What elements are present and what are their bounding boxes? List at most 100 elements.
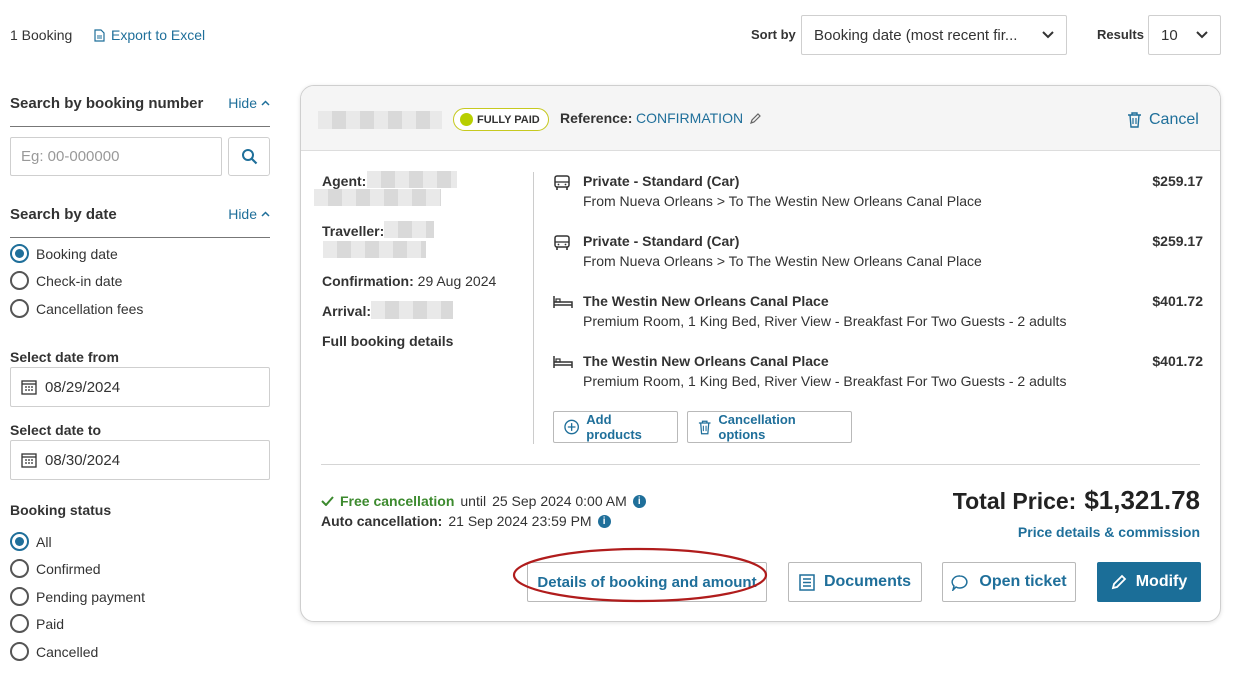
sort-by-label: Sort by [751, 27, 796, 42]
documents-button[interactable]: Documents [788, 562, 922, 602]
car-icon [554, 175, 570, 190]
status-badge-label: FULLY PAID [477, 113, 540, 126]
add-products-button[interactable]: Add products [553, 411, 678, 443]
search-date-title: Search by date [10, 206, 117, 223]
free-until-date: 25 Sep 2024 0:00 AM [492, 493, 627, 509]
product-price: $401.72 [1152, 293, 1203, 309]
reference-text: CONFIRMATION [636, 110, 744, 126]
pencil-icon [1111, 574, 1126, 590]
status-badge: FULLY PAID [453, 108, 549, 131]
cancel-booking-link[interactable]: Cancel [1127, 111, 1199, 129]
radio-status-all[interactable]: All [10, 532, 52, 551]
radio-cancellation-fees[interactable]: Cancellation fees [10, 299, 143, 318]
radio-label: Check-in date [36, 272, 123, 289]
chevron-up-icon [261, 211, 270, 217]
product-desc: From Nueva Orleans > To The Westin New O… [583, 253, 982, 269]
trash-icon [1128, 112, 1141, 128]
date-from-value: 08/29/2024 [45, 378, 121, 396]
radio-circle [10, 299, 29, 318]
traveller-label: Traveller: [322, 223, 385, 239]
traveller-row: Traveller: [322, 223, 384, 239]
auto-cancellation-row: Auto cancellation: 21 Sep 2024 23:59 PM … [321, 513, 611, 529]
confirmation-label: Confirmation: [322, 273, 414, 289]
results-label: Results [1097, 27, 1144, 42]
bed-icon [553, 296, 573, 308]
modify-button[interactable]: Modify [1097, 562, 1201, 602]
date-from-input[interactable]: 08/29/2024 [10, 367, 270, 407]
price-details-link[interactable]: Price details & commission [1018, 524, 1200, 540]
radio-circle [10, 271, 29, 290]
confirmation-value: 29 Aug 2024 [417, 273, 497, 289]
radio-status-confirmed[interactable]: Confirmed [10, 559, 101, 578]
export-label: Export to Excel [111, 27, 206, 43]
cancellation-options-label: Cancellation options [718, 412, 796, 442]
hide-number-toggle[interactable]: Hide [228, 95, 270, 111]
document-icon [94, 28, 105, 42]
cancellation-options-button[interactable]: Cancellation options [687, 411, 852, 443]
product-item: The Westin New Orleans Canal Place Premi… [553, 293, 1203, 333]
info-icon[interactable]: i [597, 514, 611, 528]
status-dot [460, 113, 473, 126]
reference-value[interactable]: CONFIRMATION [636, 110, 762, 126]
booking-card-header: FULLY PAID Reference: CONFIRMATION Cance… [301, 86, 1220, 151]
open-ticket-button[interactable]: Open ticket [942, 562, 1076, 602]
total-price: Total Price: $1,321.78 [953, 485, 1200, 516]
radio-status-cancelled[interactable]: Cancelled [10, 642, 98, 661]
free-cancellation-row: Free cancellation until 25 Sep 2024 0:00… [321, 493, 646, 509]
list-document-icon [799, 573, 815, 591]
product-desc: Premium Room, 1 King Bed, River View - B… [583, 373, 1067, 389]
traveller-name-redacted-2 [323, 241, 426, 258]
radio-circle [10, 587, 29, 606]
arrival-label: Arrival: [322, 303, 372, 319]
chevron-down-icon [1196, 31, 1208, 39]
calendar-icon [21, 380, 37, 395]
auto-cancellation-date: 21 Sep 2024 23:59 PM [448, 513, 592, 529]
info-icon[interactable]: i [632, 494, 646, 508]
hide-label: Hide [228, 206, 257, 222]
radio-label: Pending payment [36, 588, 145, 605]
radio-label: Paid [36, 615, 65, 632]
booking-id-redacted [318, 111, 442, 129]
radio-label: All [36, 533, 52, 550]
agent-name-redacted [367, 171, 457, 188]
product-item: Private - Standard (Car) From Nueva Orle… [553, 173, 1203, 213]
full-booking-details-link[interactable]: Full booking details [322, 333, 453, 349]
check-icon [321, 496, 334, 506]
export-excel-link[interactable]: Export to Excel [94, 27, 205, 43]
agent-row: Agent: [322, 173, 366, 189]
product-desc: Premium Room, 1 King Bed, River View - B… [583, 313, 1067, 329]
arrival-row: Arrival: [322, 303, 371, 319]
total-price-value: $1,321.78 [1084, 485, 1200, 515]
plus-circle-icon [564, 419, 579, 435]
radio-booking-date[interactable]: Booking date [10, 244, 118, 263]
pencil-icon [750, 112, 761, 124]
booking-number-search-button[interactable] [228, 137, 270, 176]
search-date-header: Search by date Hide [10, 202, 270, 238]
results-select[interactable]: 10 [1148, 15, 1221, 55]
product-item: Private - Standard (Car) From Nueva Orle… [553, 233, 1203, 273]
radio-checkin-date[interactable]: Check-in date [10, 271, 122, 290]
booking-number-input[interactable]: Eg: 00-000000 [10, 137, 222, 176]
add-products-label: Add products [586, 412, 642, 442]
reference-label: Reference: [560, 110, 633, 126]
hide-label: Hide [228, 95, 257, 111]
date-to-input[interactable]: 08/30/2024 [10, 440, 270, 480]
product-name: Private - Standard (Car) [583, 173, 740, 189]
product-name: Private - Standard (Car) [583, 233, 740, 249]
radio-status-paid[interactable]: Paid [10, 614, 64, 633]
date-to-value: 08/30/2024 [45, 451, 121, 469]
radio-circle [10, 532, 29, 551]
radio-status-pending[interactable]: Pending payment [10, 587, 145, 606]
date-to-label: Select date to [10, 422, 102, 438]
radio-circle [10, 614, 29, 633]
arrival-date-redacted [371, 301, 453, 319]
radio-circle [10, 559, 29, 578]
vertical-divider [533, 172, 534, 444]
hide-date-toggle[interactable]: Hide [228, 206, 270, 222]
sort-select[interactable]: Booking date (most recent fir... [801, 15, 1067, 55]
date-from-label: Select date from [10, 349, 119, 365]
cancel-label: Cancel [1149, 111, 1199, 128]
traveller-name-redacted [384, 221, 434, 238]
booking-card: FULLY PAID Reference: CONFIRMATION Cance… [300, 85, 1221, 622]
highlight-ellipse [512, 547, 768, 603]
